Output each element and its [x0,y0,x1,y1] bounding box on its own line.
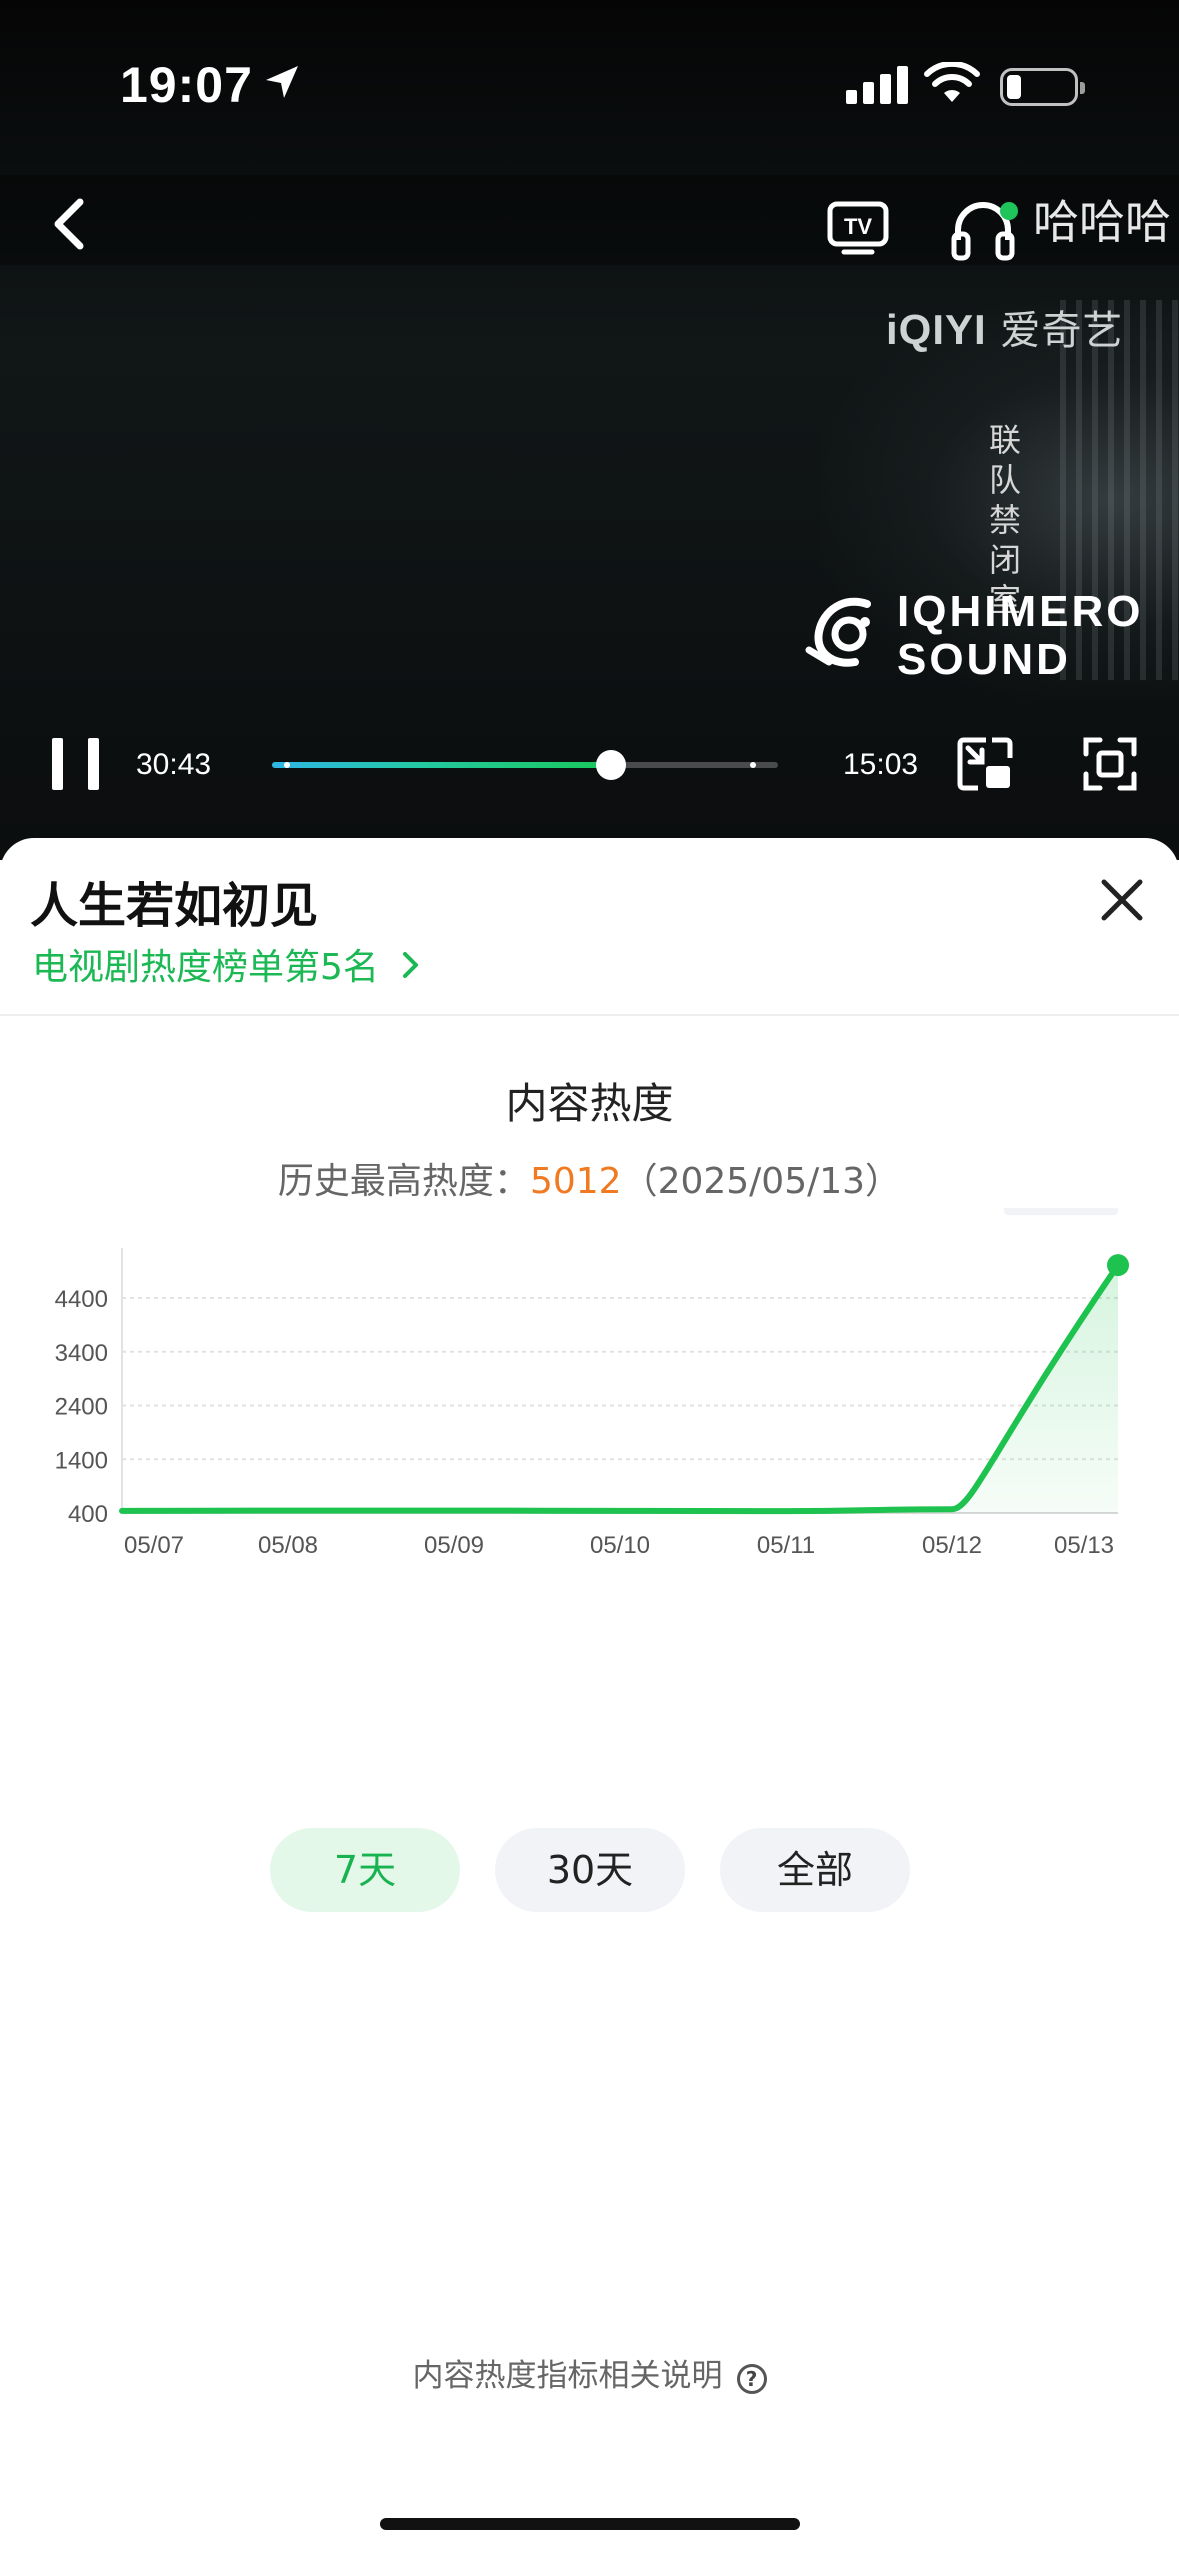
y-tick-label: 400 [68,1501,108,1528]
current-time: 30:43 [136,748,212,781]
x-tick-label: 05/08 [258,1532,318,1559]
tooltip-box [1004,1208,1118,1216]
tv-cast-icon: TV [827,201,889,255]
title-char: 队 [988,461,1021,499]
fullscreen-icon[interactable] [1082,736,1138,792]
y-tick-label: 3400 [55,1340,108,1367]
y-tick-label: 1400 [55,1447,108,1474]
remaining-time: 15:03 [843,748,919,781]
progress-marker [750,762,756,768]
pause-button[interactable] [50,738,100,790]
sound-logo-line: SOUND [897,635,1071,684]
show-title: 人生若如初见 [30,878,319,934]
tv-cast-button[interactable]: TV [826,198,890,258]
rank-text: 电视剧热度榜单第5名 [32,947,379,988]
question-circle-icon: ? [736,2364,767,2394]
peak-heat: 历史最高热度：5012（2025/05/13） [0,1152,1179,1204]
pause-icon-bar [88,738,99,790]
footer-text: 内容热度指标相关说明 [412,2358,723,2394]
peak-date: （2025/05/13） [621,1161,902,1202]
chevron-right-icon [403,952,419,978]
tab-all[interactable]: 全部 [720,1828,910,1912]
data-point-peak [1107,1254,1129,1277]
y-tick-label: 2400 [55,1394,108,1421]
close-icon[interactable] [1096,874,1148,926]
danmu-username: 哈哈哈 [1033,195,1171,249]
sound-logo-icon [805,597,871,667]
status-bar: 19:07 [0,0,1179,175]
battery-cap [1080,82,1085,94]
peak-label: 历史最高热度： [277,1161,530,1202]
divider [0,1014,1179,1016]
progress-bar[interactable] [272,750,778,780]
y-tick-label: 4400 [55,1286,108,1313]
peak-value: 5012 [529,1161,622,1202]
title-char: 联 [988,421,1021,459]
cellular-signal-icon [846,66,908,104]
pause-icon [52,738,63,790]
battery-icon [1000,68,1085,106]
x-tick-label: 05/10 [590,1532,650,1559]
x-tick-label: 05/12 [922,1532,982,1559]
progress-marker [284,762,290,768]
player-controls: 30:43 15:03 [0,730,1179,800]
title-char: 禁 [988,501,1021,539]
iqiyi-watermark: iQIYI 爱奇艺 [886,298,1123,356]
back-button[interactable] [40,188,100,258]
wifi-icon [924,62,980,102]
progress-thumb[interactable] [596,750,627,780]
series-area [122,1265,1118,1513]
rank-link[interactable]: 电视剧热度榜单第5名 [32,938,422,990]
watermark-name: 爱奇艺 [1000,308,1124,354]
title-char: 闭 [988,541,1021,579]
series-line [119,1262,1121,1515]
video-player[interactable]: 19:07 TV 哈哈哈 iQIYI 爱奇艺 联 队 禁 闭 室 IQHIMER… [0,0,1179,860]
range-tabs: 7天 30天 全部 [0,1828,1179,1912]
x-tick-label: 05/09 [424,1532,484,1559]
tv-icon-label: TV [844,214,872,239]
x-tick-label: 05/07 [124,1532,184,1559]
section-title: 内容热度 [505,1079,674,1128]
watermark-brand: iQIYI [886,306,987,353]
heat-chart: 400 1400 2400 3400 4400 05/07 05/08 05/09 05/10 0… [55,1208,1129,1559]
heat-detail-sheet: 人生若如初见 电视剧热度榜单第5名 内容热度 历史最高热度：5012（2025/… [0,838,1179,2556]
heat-explanation-link[interactable]: 内容热度指标相关说明? [0,2350,1179,2395]
picture-in-picture-icon[interactable] [956,736,1014,792]
tab-30-days[interactable]: 30天 [495,1828,685,1912]
status-time: 19:07 [120,57,253,113]
progress-fill [272,762,612,768]
x-tick-label: 05/11 [757,1532,815,1559]
sound-logo-line: IQHIMERO [897,587,1144,636]
sound-logo-text: IQHIMERO SOUND [897,588,1143,684]
location-arrow-icon [266,66,298,98]
tab-7-days[interactable]: 7天 [270,1828,460,1912]
live-indicator-dot [1000,202,1018,220]
home-indicator [380,2518,800,2530]
battery-level [1007,75,1021,99]
x-tick-label: 05/13 [1054,1532,1114,1559]
